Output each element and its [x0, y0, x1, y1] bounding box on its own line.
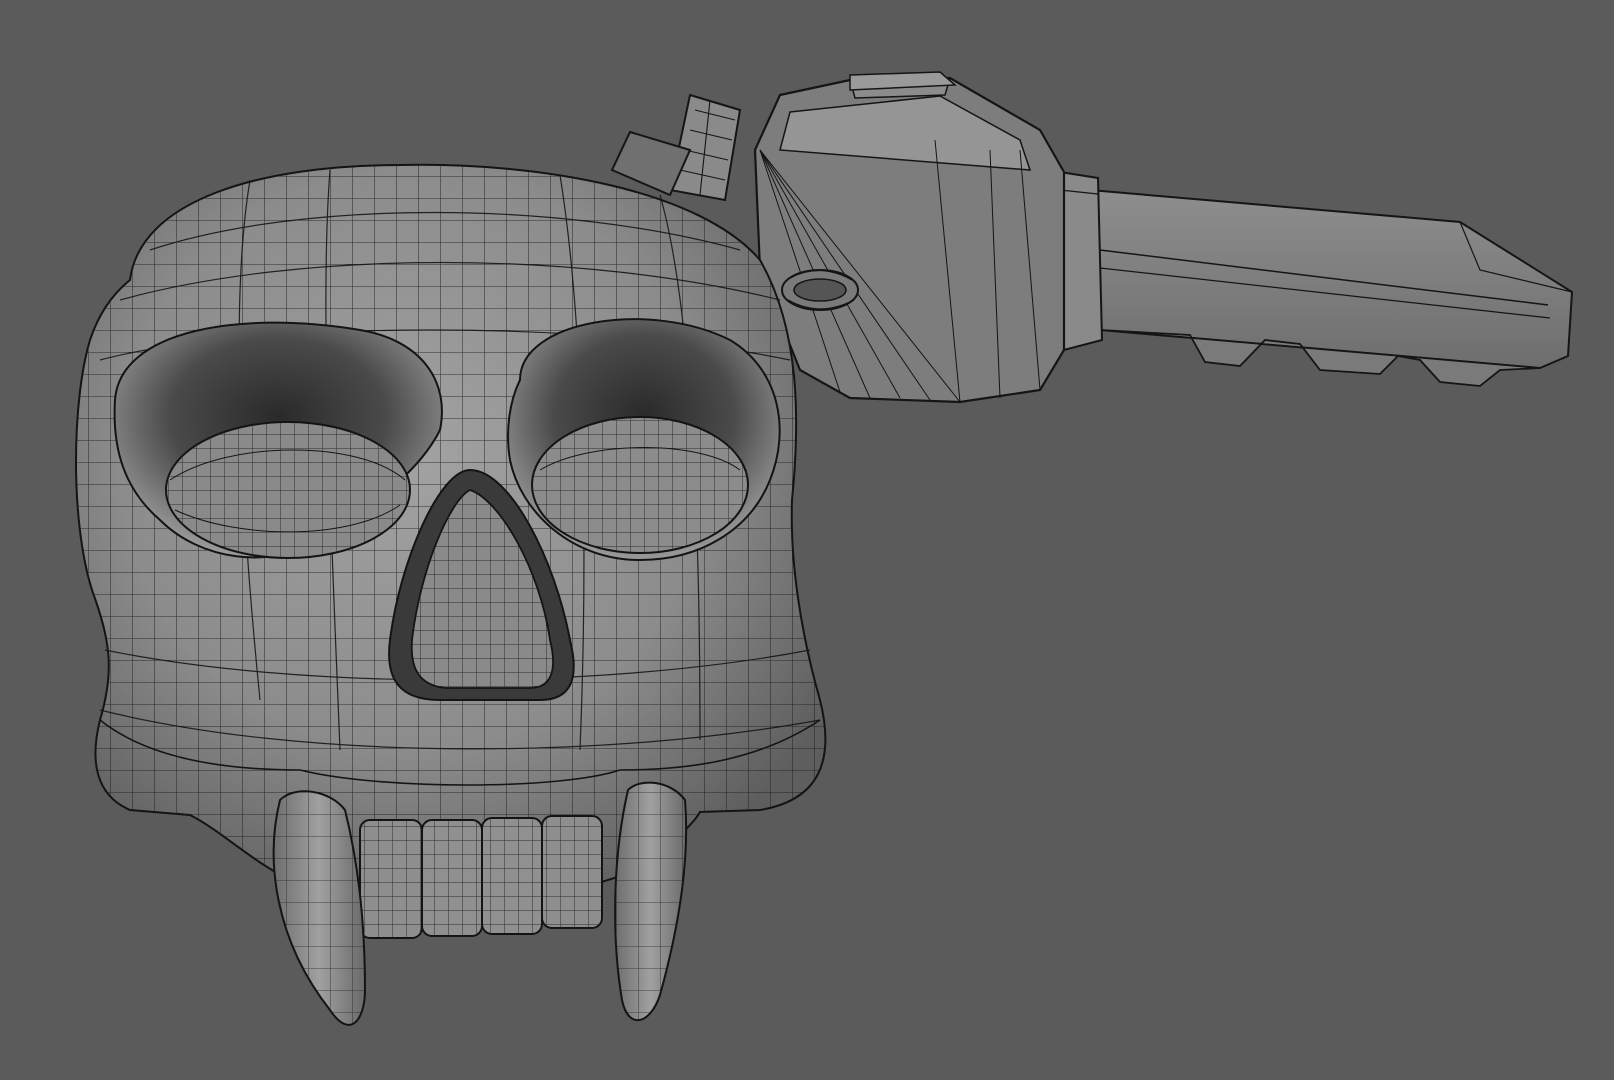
teeth: [359, 815, 603, 939]
skull-keychain-mesh[interactable]: [75, 163, 827, 1026]
right-eye-socket: [507, 318, 781, 562]
viewport-canvas[interactable]: [0, 0, 1614, 1080]
right-fang: [614, 781, 688, 1021]
key-mesh[interactable]: [753, 71, 1574, 404]
3d-viewport[interactable]: [0, 0, 1614, 1080]
left-eye-socket: [113, 321, 443, 559]
